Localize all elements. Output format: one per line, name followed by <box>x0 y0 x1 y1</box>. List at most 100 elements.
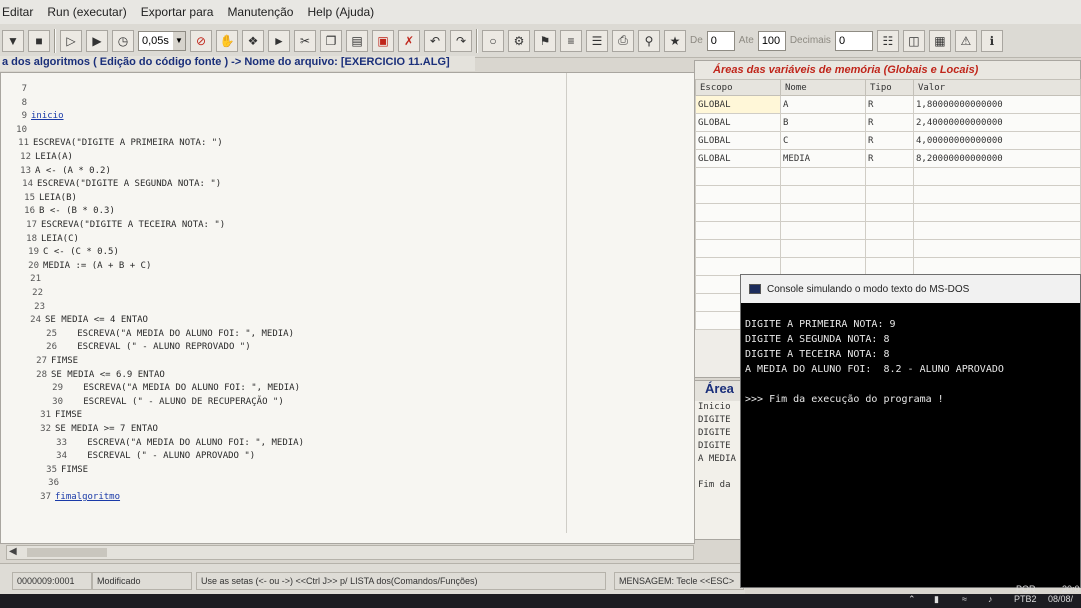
code-line[interactable]: 19 C <- (C * 0.5) <box>13 246 119 259</box>
open-file-icon[interactable]: ▼ <box>2 29 24 52</box>
menu-help[interactable]: Help (Ajuda) <box>307 5 374 19</box>
scroll-thumb[interactable] <box>27 548 107 557</box>
table-cell: GLOBAL <box>695 131 781 150</box>
save-icon[interactable]: ■ <box>28 29 50 52</box>
table-row[interactable]: GLOBAL A R 1,80000000000000 <box>695 95 1081 114</box>
grid-icon[interactable]: ▦ <box>928 29 951 52</box>
code-line[interactable]: 24 SE MEDIA <= 4 ENTAO <box>15 314 148 327</box>
table-row[interactable] <box>695 185 1081 204</box>
code-line[interactable]: 18 LEIA(C) <box>11 233 79 246</box>
table-row[interactable]: GLOBAL B R 2,40000000000000 <box>695 113 1081 132</box>
console-titlebar[interactable]: Console simulando o modo texto do MS-DOS <box>741 275 1080 303</box>
menu-editar[interactable]: Editar <box>2 5 33 19</box>
de-input[interactable]: 0 <box>706 30 735 51</box>
menu-run[interactable]: Run (executar) <box>47 5 126 19</box>
stop-icon[interactable]: ⊘ <box>190 29 212 52</box>
code-line[interactable]: 37 fimalgoritmo <box>25 491 120 504</box>
keyboard-layout[interactable]: PTB2 <box>1014 594 1037 604</box>
code-line[interactable]: 16 B <- (B * 0.3) <box>9 205 115 218</box>
indent-icon[interactable]: ≡ <box>560 29 582 52</box>
table-row[interactable]: GLOBAL C R 4,00000000000000 <box>695 131 1081 150</box>
code-line[interactable]: 12 LEIA(A) <box>5 151 73 164</box>
code-line[interactable]: 36 <box>33 477 63 490</box>
code-line[interactable]: 23 <box>19 301 49 314</box>
code-line[interactable]: 7 <box>1 83 31 96</box>
table-row[interactable]: GLOBAL MEDIA R 8,20000000000000 <box>695 149 1081 168</box>
print-icon[interactable]: ⎙ <box>612 29 634 52</box>
format-icon[interactable]: ☰ <box>586 29 608 52</box>
clock-date[interactable]: 08/08/ <box>1048 594 1073 604</box>
run-timer-icon[interactable]: ▷ <box>60 29 82 52</box>
warning-icon[interactable]: ⚠ <box>954 29 977 52</box>
table-row[interactable] <box>695 257 1081 276</box>
table-row[interactable] <box>695 221 1081 240</box>
code-line[interactable]: 10 <box>1 124 31 137</box>
new-icon[interactable]: ▣ <box>372 29 394 52</box>
column-header[interactable]: Nome <box>780 79 866 96</box>
column-header[interactable]: Tipo <box>865 79 914 96</box>
code-line[interactable]: 26 ESCREVAL (" - ALUNO REPROVADO ") <box>31 341 251 354</box>
zoom-icon[interactable]: ⚲ <box>638 29 660 52</box>
run-icon[interactable]: ► <box>268 29 290 52</box>
table-cell: MEDIA <box>780 149 866 168</box>
clock-time[interactable]: 20:0 <box>1062 584 1080 594</box>
hand-icon[interactable]: ✋ <box>216 29 238 52</box>
language-indicator[interactable]: POR <box>1016 584 1036 594</box>
toolbar-separator <box>476 28 478 53</box>
binoculars-icon[interactable]: ○ <box>482 29 504 52</box>
scroll-left-icon[interactable]: ◀ <box>9 546 17 557</box>
volume-icon[interactable]: ♪ <box>988 594 993 604</box>
code-line[interactable]: 15 LEIA(B) <box>9 192 77 205</box>
code-line[interactable]: 13 A <- (A * 0.2) <box>5 165 111 178</box>
column-header[interactable]: Escopo <box>695 79 781 96</box>
menu-manutencao[interactable]: Manutenção <box>227 5 293 19</box>
console-window[interactable]: Console simulando o modo texto do MS-DOS… <box>740 274 1081 588</box>
delete-icon[interactable]: ✗ <box>398 29 420 52</box>
trash-icon[interactable]: ◫ <box>902 29 925 52</box>
table-row[interactable] <box>695 203 1081 222</box>
step-icon[interactable]: ❖ <box>242 29 264 52</box>
code-line[interactable]: 35 FIMSE <box>31 464 88 477</box>
code-line[interactable]: 33 ESCREVA("A MEDIA DO ALUNO FOI: ", MED… <box>41 437 304 450</box>
ate-input[interactable]: 100 <box>757 30 786 51</box>
menu-exportar[interactable]: Exportar para <box>141 5 214 19</box>
code-line[interactable]: 31 FIMSE <box>25 409 82 422</box>
column-header[interactable]: Valor <box>913 79 1081 96</box>
code-line[interactable]: 8 <box>1 97 31 110</box>
code-line[interactable]: 14 ESCREVA("DIGITE A SEGUNDA NOTA: ") <box>7 178 221 191</box>
code-line[interactable]: 30 ESCREVAL (" - ALUNO DE RECUPERAÇÃO ") <box>37 396 284 409</box>
code-line[interactable]: 9 inicio <box>1 110 64 123</box>
find-replace-icon[interactable]: ⚙ <box>508 29 530 52</box>
code-line[interactable]: 22 <box>17 287 47 300</box>
code-line[interactable]: 32 SE MEDIA >= 7 ENTAO <box>25 423 158 436</box>
code-line[interactable]: 28 SE MEDIA <= 6.9 ENTAO <box>21 369 165 382</box>
code-line[interactable]: 29 ESCREVA("A MEDIA DO ALUNO FOI: ", MED… <box>37 382 300 395</box>
code-line[interactable]: 25 ESCREVA("A MEDIA DO ALUNO FOI: ", MED… <box>31 328 294 341</box>
speed-select[interactable]: 0,05s ▼ <box>138 30 186 51</box>
code-line[interactable]: 20 MEDIA := (A + B + C) <box>13 260 151 273</box>
redo-icon[interactable]: ↷ <box>450 29 472 52</box>
stopwatch-icon[interactable]: ◷ <box>112 29 134 52</box>
calculator-icon[interactable]: ☷ <box>876 29 899 52</box>
cut-icon[interactable]: ✂ <box>294 29 316 52</box>
code-line[interactable]: 17 ESCREVA("DIGITE A TECEIRA NOTA: ") <box>11 219 225 232</box>
code-line[interactable]: 27 FIMSE <box>21 355 78 368</box>
code-line[interactable]: 21 <box>15 273 45 286</box>
code-line[interactable]: 34 ESCREVAL (" - ALUNO APROVADO ") <box>41 450 255 463</box>
copy-icon[interactable]: ❐ <box>320 29 342 52</box>
table-row[interactable] <box>695 167 1081 186</box>
magic-icon[interactable]: ★ <box>664 29 686 52</box>
undo-icon[interactable]: ↶ <box>424 29 446 52</box>
debug-icon[interactable]: ▶ <box>86 29 108 52</box>
code-line[interactable]: 11 ESCREVA("DIGITE A PRIMEIRA NOTA: ") <box>3 137 223 150</box>
wifi-icon[interactable]: ≈ <box>962 594 967 604</box>
table-row[interactable] <box>695 239 1081 258</box>
code-editor[interactable]: 7 8 9 inicio 10 11 ESCREVA("DIGITE A PRIMEIRA … <box>0 72 695 544</box>
network-icon[interactable]: ▮ <box>934 594 939 605</box>
paste-icon[interactable]: ▤ <box>346 29 368 52</box>
info-icon[interactable]: ℹ <box>980 29 1003 52</box>
decimais-select[interactable]: 0 <box>834 30 873 51</box>
chevron-up-icon[interactable]: ⌃ <box>908 594 916 605</box>
horizontal-scrollbar[interactable]: ◀ <box>6 545 694 560</box>
find-next-icon[interactable]: ⚑ <box>534 29 556 52</box>
